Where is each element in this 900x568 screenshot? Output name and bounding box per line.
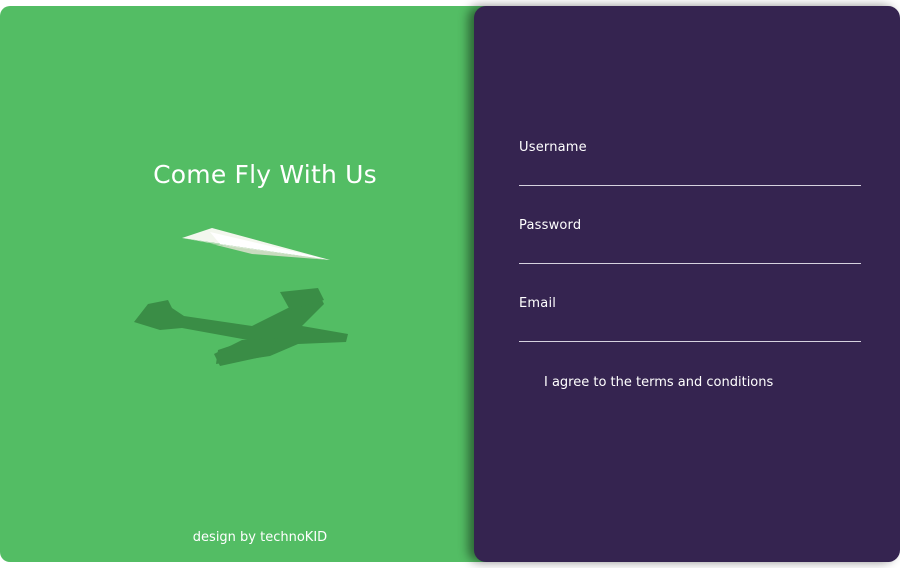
username-field-group: Username xyxy=(519,140,861,186)
email-label: Email xyxy=(519,296,557,311)
email-input[interactable] xyxy=(519,315,861,342)
signup-card: Come Fly With Us design by technoKID Use… xyxy=(0,0,900,568)
airplane-shadow-icon xyxy=(134,288,348,366)
username-input[interactable] xyxy=(519,159,861,186)
form-panel: Username Password Email I agree to the t… xyxy=(474,6,900,562)
username-label: Username xyxy=(519,140,587,155)
paper-plane-icon xyxy=(182,228,330,260)
email-field-group: Email xyxy=(519,296,861,342)
paper-plane-illustration xyxy=(134,228,348,366)
password-input[interactable] xyxy=(519,237,861,264)
hero-panel: Come Fly With Us design by technoKID xyxy=(0,6,530,562)
hero-title: Come Fly With Us xyxy=(153,160,377,189)
terms-checkbox-label[interactable]: I agree to the terms and conditions xyxy=(544,375,773,390)
password-field-group: Password xyxy=(519,218,861,264)
password-label: Password xyxy=(519,218,582,233)
design-credit: design by technoKID xyxy=(192,530,328,545)
